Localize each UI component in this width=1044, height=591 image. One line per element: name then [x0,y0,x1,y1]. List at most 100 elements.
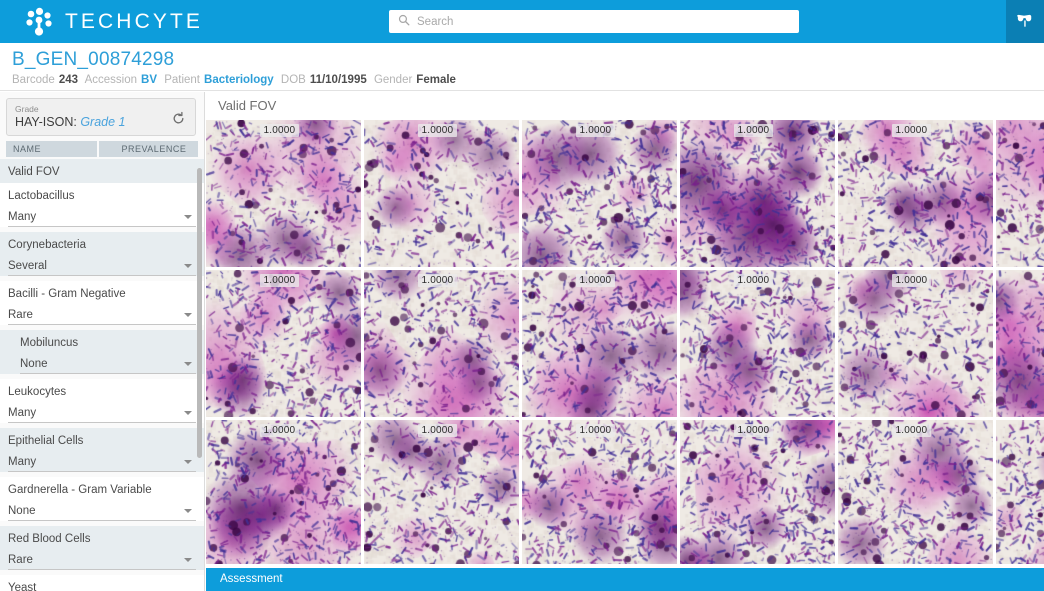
account-button[interactable] [1006,0,1044,43]
meta-value-accession[interactable]: BV [141,74,157,86]
prevalence-select[interactable]: None [8,501,196,521]
fov-score-badge: 1.0000 [259,274,300,287]
grade-label: Grade [15,104,39,114]
fov-panel: Valid FOV 1.0000 1.0000 1.0000 1.0000 1.0000… [206,92,1044,591]
prevalence-select[interactable]: None [20,354,196,374]
fov-tile[interactable]: 1.0000 [206,120,361,267]
assessment-label: Assessment [220,573,283,585]
global-search[interactable] [389,10,799,33]
fov-score-badge: 1.0000 [259,124,300,137]
fov-score-badge: 1.0000 [575,424,616,437]
grade-result: Grade 1 [80,115,126,129]
fov-tile[interactable]: 1.0000 [364,420,519,564]
prevalence-select[interactable]: Rare [8,550,196,570]
fov-micrograph-image [364,420,519,564]
fov-tile[interactable]: 1.0000 [364,270,519,417]
prevalence-select[interactable]: Rare [8,305,196,325]
fov-tile[interactable]: 1.0000 [838,420,993,564]
finding-name: Epithelial Cells [8,435,84,447]
fov-tile[interactable]: 1.0000 [522,420,677,564]
prevalence-select[interactable]: Many [8,403,196,423]
fov-micrograph-image [522,270,677,417]
fov-tile[interactable]: 1.0000 [680,270,835,417]
meta-key-dob: DOB [280,74,306,86]
fov-tile[interactable]: 1.0000 [838,270,993,417]
meta-key-patient: Patient [164,74,201,86]
fov-tile[interactable] [996,420,1044,564]
prevalence-value: Rare [8,308,33,321]
fov-tile[interactable]: 1.0000 [522,270,677,417]
finding-row: Epithelial Cells Many [0,428,204,472]
chevron-down-icon [184,509,192,513]
fov-score-badge: 1.0000 [259,424,300,437]
fov-score-badge: 1.0000 [733,274,774,287]
meta-value-gender: Female [416,74,456,86]
fov-micrograph-image [838,420,993,564]
panel-title: Valid FOV [218,98,277,113]
fov-score-badge: 1.0000 [733,424,774,437]
fov-tile[interactable]: 1.0000 [206,420,361,564]
fov-tile[interactable] [996,270,1044,417]
fov-micrograph-image [364,120,519,267]
fov-tile[interactable]: 1.0000 [522,120,677,267]
finding-row: Valid FOV [0,159,204,183]
chevron-down-icon [184,460,192,464]
grade-value: HAY-ISON: Grade 1 [15,115,187,130]
chevron-down-icon [184,264,192,268]
meta-key-accession: Accession [84,74,138,86]
fov-tile[interactable] [996,120,1044,267]
prevalence-value: Several [8,259,47,272]
finding-name: Yeast [8,582,37,591]
fov-micrograph-image [996,120,1044,267]
finding-row: Gardnerella - Gram Variable None [0,477,204,521]
fov-micrograph-image [838,120,993,267]
search-icon [398,13,410,31]
finding-name: Mobiluncus [20,337,79,349]
fov-micrograph-image [364,270,519,417]
meta-key-barcode: Barcode [12,74,55,86]
fov-micrograph-image [680,120,835,267]
chevron-down-icon [184,362,192,366]
finding-row: Leukocytes Many [0,379,204,423]
assessment-bar[interactable]: Assessment [206,568,1044,591]
fov-tile[interactable]: 1.0000 [364,120,519,267]
fov-micrograph-image [522,120,677,267]
fov-tile[interactable]: 1.0000 [838,120,993,267]
fov-score-badge: 1.0000 [733,124,774,137]
chevron-down-icon [184,558,192,562]
brand-name: TECHCYTE [65,10,203,33]
finding-name: Gardnerella - Gram Variable [8,484,152,496]
case-meta-row: Barcode 243 Accession BV Patient Bacteriolo… [12,74,460,86]
search-input[interactable] [417,10,790,33]
fov-micrograph-image [522,420,677,564]
sidebar-scrollbar-thumb[interactable] [197,168,202,458]
finding-name: Bacilli - Gram Negative [8,288,126,300]
refresh-icon[interactable] [171,111,186,126]
finding-row: Corynebacteria Several [0,232,204,276]
fov-tile[interactable]: 1.0000 [680,120,835,267]
prevalence-select[interactable]: Several [8,256,196,276]
fov-micrograph-image [838,270,993,417]
techcyte-dots-logo-icon [24,7,54,37]
meta-value-patient[interactable]: Bacteriology [204,74,274,86]
prevalence-select[interactable]: Many [8,452,196,472]
fov-score-badge: 1.0000 [891,424,932,437]
fov-micrograph-image [996,420,1044,564]
brand[interactable]: TECHCYTE [24,7,203,37]
finding-name: Red Blood Cells [8,533,91,545]
fov-micrograph-image [206,270,361,417]
case-header: B_GEN_00874298 Barcode 243 Accession BV Pa… [0,43,1044,118]
sidebar-scrollbar-track[interactable] [197,130,203,585]
fov-tile[interactable]: 1.0000 [206,270,361,417]
meta-key-gender: Gender [373,74,413,86]
fov-score-badge: 1.0000 [417,124,458,137]
findings-column-headers: NAME PREVALENCE [6,141,198,157]
fov-tile[interactable]: 1.0000 [680,420,835,564]
case-id[interactable]: B_GEN_00874298 [12,49,174,71]
fov-score-badge: 1.0000 [891,274,932,287]
column-header-name: NAME [6,141,98,157]
findings-list: Valid FOV Lactobacillus Many Corynebacteria… [0,159,204,591]
chevron-down-icon [184,313,192,317]
findings-sidebar: Grade HAY-ISON: Grade 1 NAME PREVALENCE … [0,92,205,591]
prevalence-select[interactable]: Many [8,207,196,227]
